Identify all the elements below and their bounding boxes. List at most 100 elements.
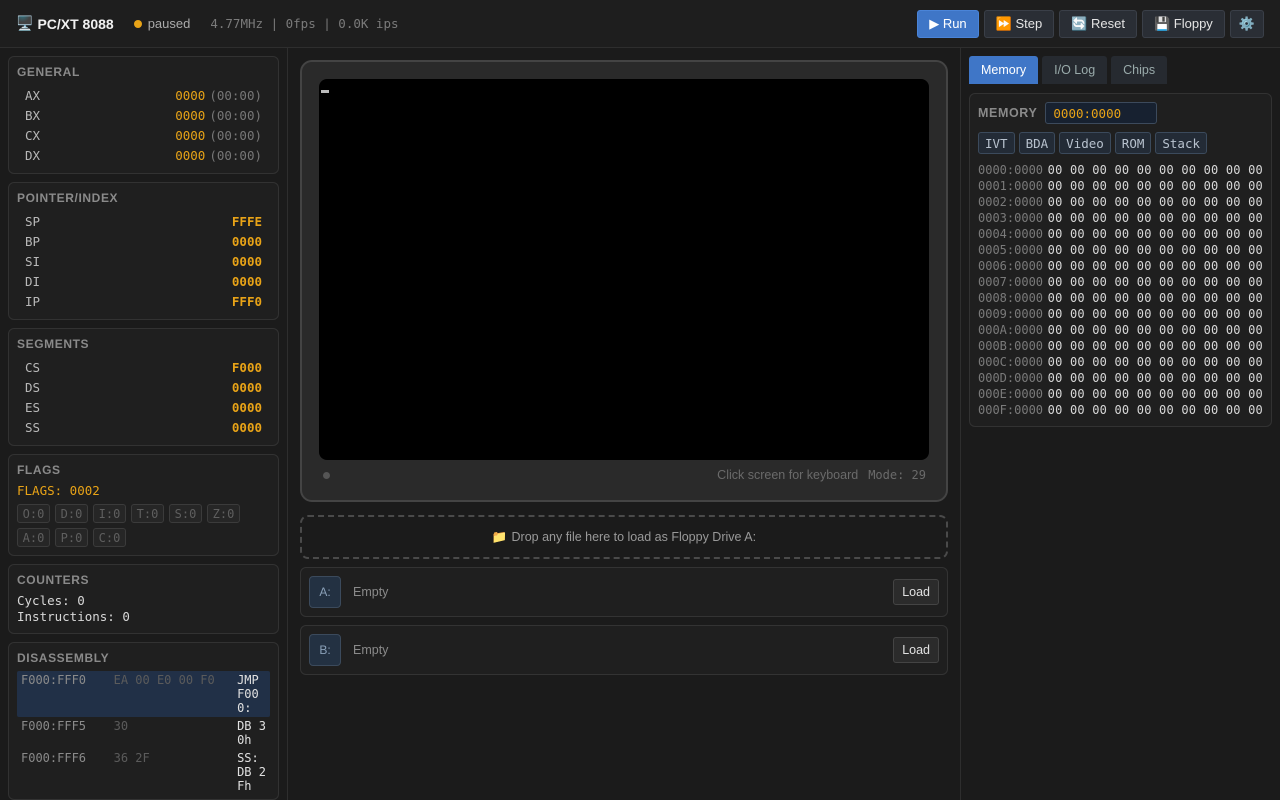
- hex-row: 000A:0000 00 00 00 00 00 00 00 00 00 00: [978, 322, 1263, 338]
- run-button[interactable]: ▶ Run: [917, 9, 979, 38]
- perf-stats: 4.77MHz | 0fps | 0.0K ips: [210, 16, 399, 31]
- hex-bytes: 00 00 00 00 00 00 00 00 00 00: [1047, 387, 1263, 401]
- segment-registers-panel: SEGMENTS CS F000 DS 0000 ES 0000 SS 0000: [8, 328, 279, 446]
- register-name: DS: [25, 379, 41, 395]
- floppy-dropzone[interactable]: 📁 Drop any file here to load as Floppy D…: [300, 515, 948, 559]
- emulator-screen[interactable]: [319, 79, 929, 460]
- computer-icon: 🖥️: [16, 15, 34, 31]
- drive-a: A: Empty Load: [300, 567, 948, 617]
- floppy-button[interactable]: 💾 Floppy: [1141, 9, 1225, 38]
- register-value: 0000: [175, 107, 206, 123]
- hex-dump: 0000:0000 00 00 00 00 00 00 00 00 00 00 00…: [978, 162, 1263, 418]
- load-drive-b-button[interactable]: Load: [893, 637, 939, 663]
- register-value: 0000: [231, 419, 262, 435]
- memory-jump-bda-button[interactable]: BDA: [1018, 132, 1056, 154]
- register-row: AX 0000 (00:00): [17, 85, 270, 105]
- tab-io-log[interactable]: I/O Log: [1042, 56, 1108, 84]
- memory-jump-rom-button[interactable]: ROM: [1114, 132, 1152, 154]
- hex-address: 0001:0000: [978, 179, 1044, 193]
- hex-bytes: 00 00 00 00 00 00 00 00 00 00: [1047, 211, 1263, 225]
- flag-indicator: I:0: [93, 504, 126, 523]
- register-name: CX: [25, 127, 41, 143]
- register-byte-split: (00:00): [209, 87, 262, 103]
- drive-status: Empty: [353, 585, 389, 599]
- hex-address: 000A:0000: [978, 323, 1044, 337]
- instructions-counter: Instructions: 0: [17, 609, 130, 624]
- disassembly-row[interactable]: F000:FFF0 EA 00 E0 00 F0 JMP F000:: [17, 671, 270, 717]
- drive-letter: A:: [309, 576, 341, 608]
- keyboard-hint: Click screen for keyboard: [717, 468, 859, 482]
- hex-address: 0007:0000: [978, 275, 1044, 289]
- power-led-icon: [323, 472, 330, 479]
- register-name: DX: [25, 147, 41, 163]
- flag-indicator: T:0: [131, 504, 164, 523]
- register-name: ES: [25, 399, 41, 415]
- hex-bytes: 00 00 00 00 00 00 00 00 00 00: [1047, 195, 1263, 209]
- register-byte-split: (00:00): [209, 127, 262, 143]
- settings-button[interactable]: ⚙️: [1229, 9, 1264, 38]
- flag-indicator: P:0: [55, 528, 88, 547]
- hex-bytes: 00 00 00 00 00 00 00 00 00 00: [1047, 339, 1263, 353]
- step-button[interactable]: ⏩ Step: [983, 9, 1055, 38]
- status-text: paused: [147, 16, 191, 31]
- flag-indicator: S:0: [169, 504, 202, 523]
- hex-bytes: 00 00 00 00 00 00 00 00 00 00: [1047, 323, 1263, 337]
- reset-button[interactable]: 🔄 Reset: [1059, 9, 1137, 38]
- register-value: 0000: [231, 253, 262, 269]
- run-status: paused: [133, 16, 191, 31]
- hex-address: 0004:0000: [978, 227, 1044, 241]
- disasm-address: F000:FFF0: [21, 673, 87, 687]
- hex-address: 0005:0000: [978, 243, 1044, 257]
- disassembly-row[interactable]: F000:FFF5 30 DB 30h: [17, 717, 270, 749]
- flag-indicator: C:0: [93, 528, 126, 547]
- memory-jump-ivt-button[interactable]: IVT: [978, 132, 1015, 154]
- drive-b: B: Empty Load: [300, 625, 948, 675]
- cpu-sidebar: GENERAL AX 0000 (00:00) BX 0000 (00:00) CX 0000…: [0, 48, 288, 800]
- flag-indicator: A:0: [17, 528, 50, 547]
- hex-address: 000C:0000: [978, 355, 1044, 369]
- hex-row: 000F:0000 00 00 00 00 00 00 00 00 00 00: [978, 402, 1263, 418]
- register-value: 0000: [175, 127, 206, 143]
- register-row: CS F000: [17, 357, 270, 377]
- app-header: 🖥️ PC/XT 8088 paused 4.77MHz | 0fps | 0.…: [0, 0, 1280, 48]
- register-name: CS: [25, 359, 41, 375]
- hex-bytes: 00 00 00 00 00 00 00 00 00 00: [1047, 403, 1263, 417]
- hex-bytes: 00 00 00 00 00 00 00 00 00 00: [1047, 163, 1263, 177]
- panel-title: POINTER/INDEX: [17, 191, 119, 205]
- flag-indicator: O:0: [17, 504, 50, 523]
- register-name: BX: [25, 107, 41, 123]
- hex-row: 000B:0000 00 00 00 00 00 00 00 00 00 00: [978, 338, 1263, 354]
- disassembly-panel: DISASSEMBLY F000:FFF0 EA 00 E0 00 F0 JMP F…: [8, 642, 279, 800]
- tab-chips[interactable]: Chips: [1111, 56, 1168, 84]
- text-cursor: [321, 90, 329, 93]
- disassembly-row[interactable]: F000:FFF6 36 2F SS: DB 2Fh: [17, 749, 270, 795]
- memory-jump-stack-button[interactable]: Stack: [1155, 132, 1208, 154]
- hex-bytes: 00 00 00 00 00 00 00 00 00 00: [1047, 371, 1263, 385]
- hex-address: 000F:0000: [978, 403, 1044, 417]
- hex-bytes: 00 00 00 00 00 00 00 00 00 00: [1047, 275, 1263, 289]
- register-row: DS 0000: [17, 377, 270, 397]
- disasm-bytes: EA 00 E0 00 F0: [113, 673, 215, 687]
- register-value: 0000: [231, 379, 262, 395]
- drive-status: Empty: [353, 643, 389, 657]
- hex-address: 000E:0000: [978, 387, 1044, 401]
- register-value: F000: [231, 359, 262, 375]
- flag-grid: O:0 D:0 I:0 T:0 S:0 Z:0 A:0 P:0 C:0: [17, 504, 270, 547]
- register-name: AX: [25, 87, 41, 103]
- panel-title: DISASSEMBLY: [17, 651, 110, 665]
- display-area: Click screen for keyboard Mode: 29 📁 Dro…: [288, 48, 960, 800]
- counters-panel: COUNTERS Cycles: 0 Instructions: 0: [8, 564, 279, 634]
- hex-bytes: 00 00 00 00 00 00 00 00 00 00: [1047, 355, 1263, 369]
- app-title-text: PC/XT 8088: [37, 15, 114, 32]
- load-drive-a-button[interactable]: Load: [893, 579, 939, 605]
- register-value: 0000: [231, 273, 262, 289]
- memory-jump-video-button[interactable]: Video: [1059, 132, 1111, 154]
- panel-title: FLAGS: [17, 463, 61, 477]
- hex-row: 0001:0000 00 00 00 00 00 00 00 00 00 00: [978, 178, 1263, 194]
- panel-title: GENERAL: [17, 65, 80, 79]
- cycles-counter: Cycles: 0: [17, 593, 85, 608]
- register-row: IP FFF0: [17, 291, 270, 311]
- register-value: FFF0: [231, 293, 262, 309]
- memory-address-input[interactable]: 0000:0000: [1045, 102, 1158, 124]
- tab-memory[interactable]: Memory: [969, 56, 1039, 84]
